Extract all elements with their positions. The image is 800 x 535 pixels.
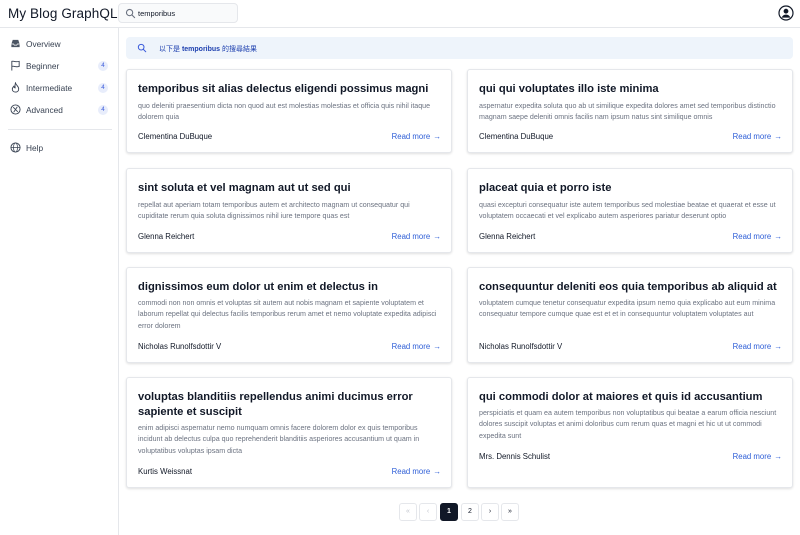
sidebar-item-beginner[interactable]: Beginner 4 <box>8 57 112 75</box>
post-title[interactable]: voluptas blanditiis repellendus animi du… <box>138 390 441 420</box>
prev-page-button[interactable]: ‹ <box>419 503 437 521</box>
post-title[interactable]: consequuntur deleniti eos quia temporibu… <box>479 280 782 295</box>
read-more-link[interactable]: Read more → <box>733 132 782 141</box>
pagination: « ‹ 1 2 › » <box>399 503 521 521</box>
search-box[interactable] <box>118 3 238 23</box>
post-excerpt: enim adipisci aspernatur nemo numquam om… <box>138 424 420 455</box>
sidebar-divider <box>8 129 112 130</box>
post-title[interactable]: placeat quia et porro iste <box>479 181 782 196</box>
sidebar-item-label: Advanced <box>26 105 63 115</box>
search-results-banner: 以下是 temporibus 的搜尋結果 <box>126 37 793 59</box>
post-title[interactable]: sint soluta et vel magnam aut ut sed qui <box>138 181 441 196</box>
arrow-right-icon: → <box>433 467 441 476</box>
sidebar-item-overview[interactable]: Overview <box>8 35 112 53</box>
post-author: Clementina DuBuque <box>479 132 554 141</box>
post-title[interactable]: qui commodi dolor at maiores et quis id … <box>479 390 782 405</box>
post-card[interactable]: temporibus sit alias delectus eligendi p… <box>126 69 452 153</box>
search-icon <box>125 8 136 19</box>
post-card[interactable]: dignissimos eum dolor ut enim et delectu… <box>126 267 452 363</box>
arrow-right-icon: → <box>774 342 782 351</box>
post-excerpt: quo deleniti praesentium dicta non quod … <box>138 102 431 122</box>
post-title[interactable]: qui qui voluptates illo iste minima <box>479 82 782 97</box>
read-more-link[interactable]: Read more → <box>733 342 782 351</box>
main-content: 以下是 temporibus 的搜尋結果 temporibus sit alia… <box>119 28 800 535</box>
page-2-button[interactable]: 2 <box>461 503 479 521</box>
arrow-right-icon: → <box>433 132 441 141</box>
post-excerpt: repellat aut aperiam totam temporibus au… <box>138 201 410 221</box>
sidebar-item-label: Intermediate <box>26 83 73 93</box>
sidebar: Overview Beginner 4 Intermediate 4 Advan… <box>0 28 119 535</box>
count-badge: 4 <box>98 83 108 93</box>
post-author: Mrs. Dennis Schulist <box>479 452 551 461</box>
next-page-button[interactable]: › <box>481 503 499 521</box>
post-card[interactable]: qui commodi dolor at maiores et quis id … <box>467 377 793 488</box>
read-more-link[interactable]: Read more → <box>733 232 782 241</box>
inbox-icon <box>11 39 20 48</box>
globe-icon <box>10 142 21 153</box>
app-title[interactable]: My Blog GraphQL <box>8 6 118 21</box>
sidebar-item-help[interactable]: Help <box>8 139 112 157</box>
post-author: Kurtis Weissnat <box>138 467 193 476</box>
count-badge: 4 <box>98 105 108 115</box>
top-header: My Blog GraphQL <box>0 0 800 28</box>
user-account-icon[interactable] <box>778 5 794 21</box>
post-card[interactable]: placeat quia et porro iste quasi exceptu… <box>467 168 793 253</box>
post-card[interactable]: voluptas blanditiis repellendus animi du… <box>126 377 452 488</box>
last-page-button[interactable]: » <box>501 503 519 521</box>
arrow-right-icon: → <box>774 232 782 241</box>
sidebar-item-label: Overview <box>26 39 61 49</box>
banner-text: 以下是 temporibus 的搜尋結果 <box>159 46 258 53</box>
post-author: Nicholas Runolfsdottir V <box>479 342 563 351</box>
flag-icon <box>11 60 20 71</box>
sidebar-item-label: Help <box>26 143 44 153</box>
arrow-right-icon: → <box>433 232 441 241</box>
flame-icon <box>11 82 20 93</box>
post-author: Glenna Reichert <box>479 232 536 241</box>
read-more-link[interactable]: Read more → <box>392 132 441 141</box>
post-excerpt: commodi non non omnis et voluptas sit au… <box>138 299 437 330</box>
count-badge: 4 <box>98 61 108 71</box>
post-excerpt: aspernatur expedita soluta quo ab ut sim… <box>479 102 776 122</box>
post-excerpt: perspiciatis et quam ea autem temporibus… <box>479 409 777 440</box>
sidebar-item-advanced[interactable]: Advanced 4 <box>8 101 112 119</box>
arrow-right-icon: → <box>433 342 441 351</box>
arrow-right-icon: → <box>774 132 782 141</box>
post-card[interactable]: consequuntur deleniti eos quia temporibu… <box>467 267 793 363</box>
post-excerpt: quasi excepturi consequatur iste autem t… <box>479 201 776 221</box>
search-input[interactable] <box>138 6 234 20</box>
page-1-button[interactable]: 1 <box>440 503 458 521</box>
compass-icon <box>10 104 21 115</box>
search-icon <box>137 43 147 53</box>
post-title[interactable]: temporibus sit alias delectus eligendi p… <box>138 82 441 97</box>
search-query: temporibus <box>181 46 221 53</box>
read-more-link[interactable]: Read more → <box>392 467 441 476</box>
post-card[interactable]: sint soluta et vel magnam aut ut sed qui… <box>126 168 452 253</box>
first-page-button[interactable]: « <box>399 503 417 521</box>
post-author: Clementina DuBuque <box>138 132 213 141</box>
post-author: Nicholas Runolfsdottir V <box>138 342 222 351</box>
read-more-link[interactable]: Read more → <box>733 452 782 461</box>
sidebar-item-label: Beginner <box>26 61 60 71</box>
post-excerpt: voluptatem cumque tenetur consequatur ex… <box>479 299 776 319</box>
sidebar-item-intermediate[interactable]: Intermediate 4 <box>8 79 112 97</box>
post-title[interactable]: dignissimos eum dolor ut enim et delectu… <box>138 280 441 295</box>
read-more-link[interactable]: Read more → <box>392 342 441 351</box>
post-card[interactable]: qui qui voluptates illo iste minima aspe… <box>467 69 793 153</box>
arrow-right-icon: → <box>774 452 782 461</box>
post-author: Glenna Reichert <box>138 232 195 241</box>
read-more-link[interactable]: Read more → <box>392 232 441 241</box>
